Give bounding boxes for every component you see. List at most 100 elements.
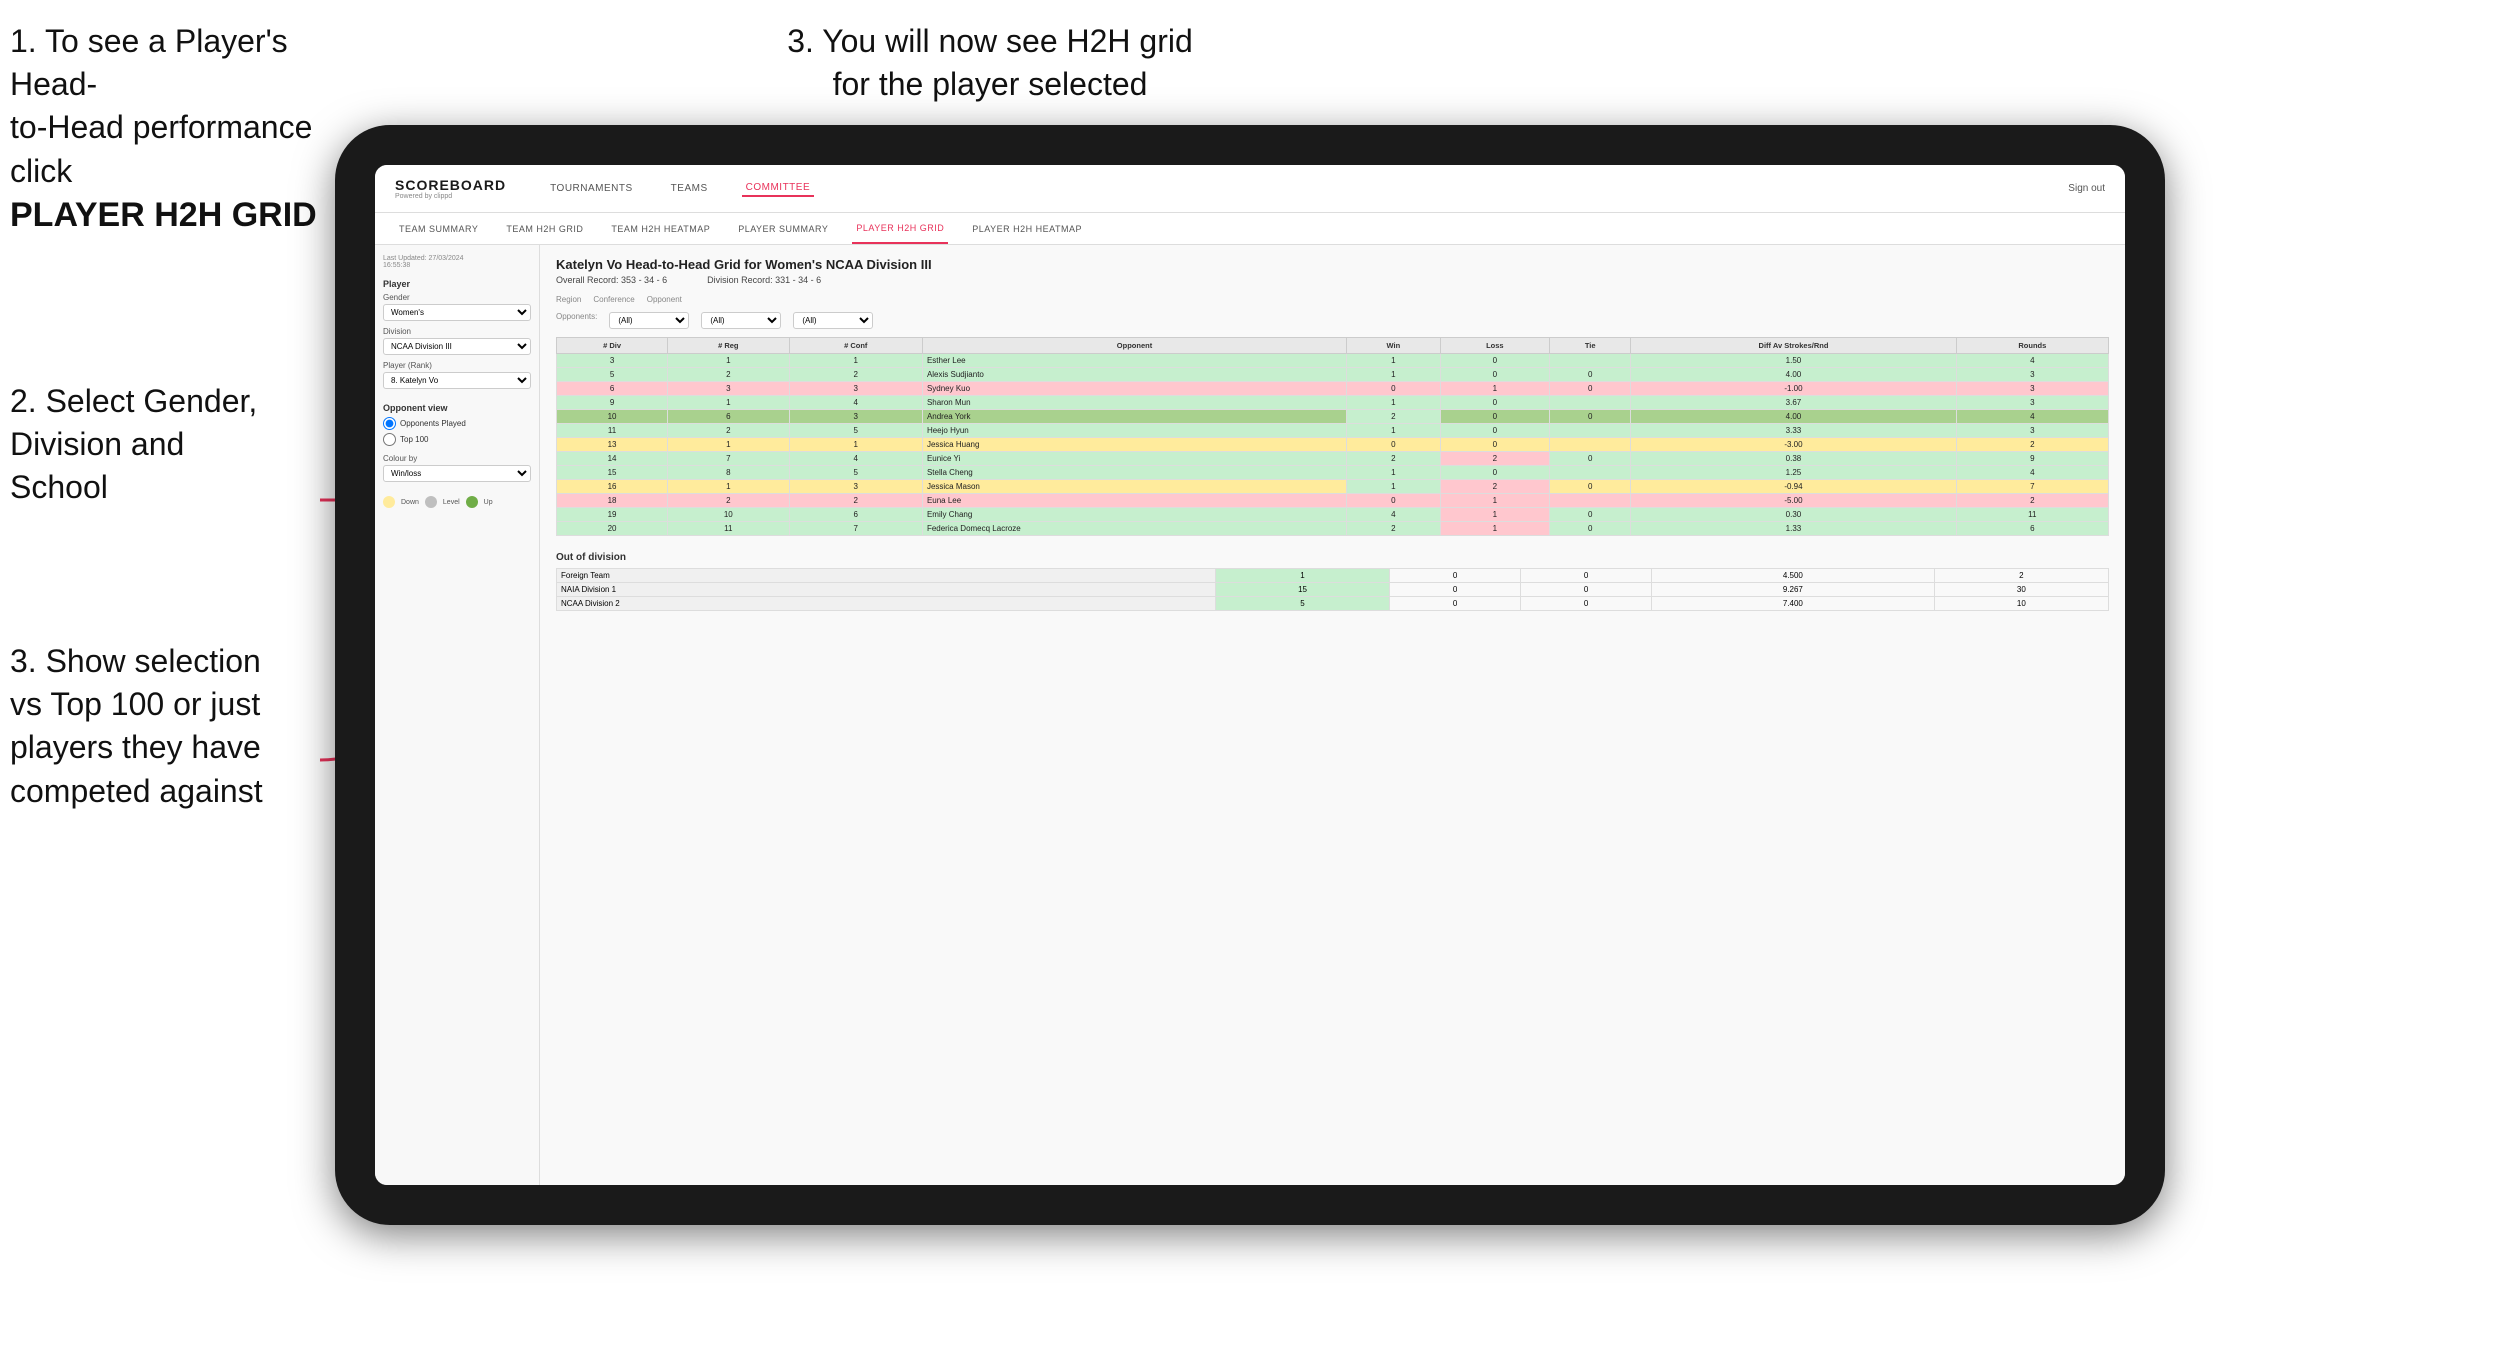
- table-row: 633Sydney Kuo010-1.003: [557, 382, 2109, 396]
- color-dot-green: [466, 496, 478, 508]
- filter-opponent: Opponent: [647, 295, 682, 304]
- table-cell: 2: [789, 494, 922, 508]
- th-diff: Diff Av Strokes/Rnd: [1631, 338, 1956, 354]
- table-cell: 4: [789, 452, 922, 466]
- table-cell: Emily Chang: [922, 508, 1346, 522]
- table-cell: 0: [1347, 382, 1441, 396]
- sub-nav-team-h2h-heatmap[interactable]: TEAM H2H HEATMAP: [607, 213, 714, 244]
- table-cell: Jessica Mason: [922, 480, 1346, 494]
- th-rounds: Rounds: [1956, 338, 2108, 354]
- table-cell: Sydney Kuo: [922, 382, 1346, 396]
- out-table-cell: Foreign Team: [557, 569, 1216, 583]
- sub-nav-player-h2h-heatmap[interactable]: PLAYER H2H HEATMAP: [968, 213, 1086, 244]
- table-cell: 2: [1440, 480, 1549, 494]
- conference-filter-select[interactable]: (All): [701, 312, 781, 329]
- table-cell: 1: [1440, 508, 1549, 522]
- table-cell: 1.25: [1631, 466, 1956, 480]
- content-area: Katelyn Vo Head-to-Head Grid for Women's…: [540, 245, 2125, 1185]
- table-cell: 5: [789, 466, 922, 480]
- table-cell: 5: [557, 368, 668, 382]
- out-division-table: Foreign Team1004.5002NAIA Division 11500…: [556, 568, 2109, 611]
- sidebar-division-select[interactable]: NCAA Division III NCAA Division I NCAA D…: [383, 338, 531, 355]
- table-row: 1585Stella Cheng101.254: [557, 466, 2109, 480]
- table-cell: 1: [668, 396, 789, 410]
- out-table-row: NAIA Division 115009.26730: [557, 583, 2109, 597]
- opponent-filter-select[interactable]: (All): [793, 312, 873, 329]
- table-row: 1822Euna Lee01-5.002: [557, 494, 2109, 508]
- table-row: 19106Emily Chang4100.3011: [557, 508, 2109, 522]
- table-cell: 19: [557, 508, 668, 522]
- table-cell: 1: [668, 480, 789, 494]
- table-cell: 2: [1440, 452, 1549, 466]
- main-content: Last Updated: 27/03/2024 16:55:38 Player…: [375, 245, 2125, 1185]
- h2h-table: # Div # Reg # Conf Opponent Win Loss Tie…: [556, 337, 2109, 536]
- table-row: 1613Jessica Mason120-0.947: [557, 480, 2109, 494]
- table-cell: 1: [1347, 480, 1441, 494]
- table-cell: 0: [1440, 354, 1549, 368]
- radio-top100[interactable]: Top 100: [383, 433, 531, 446]
- table-row: 914Sharon Mun103.673: [557, 396, 2109, 410]
- out-table-cell: 0: [1390, 597, 1521, 611]
- table-row: 20117Federica Domecq Lacroze2101.336: [557, 522, 2109, 536]
- th-reg: # Reg: [668, 338, 789, 354]
- sidebar-colour-select[interactable]: Win/loss: [383, 465, 531, 482]
- table-cell: 1: [789, 438, 922, 452]
- out-table-cell: 5: [1215, 597, 1389, 611]
- table-row: 311Esther Lee101.504: [557, 354, 2109, 368]
- table-cell: 0: [1550, 452, 1631, 466]
- color-legend: Down Level Up: [383, 496, 531, 508]
- table-row: 1474Eunice Yi2200.389: [557, 452, 2109, 466]
- table-cell: 1: [1347, 424, 1441, 438]
- sidebar: Last Updated: 27/03/2024 16:55:38 Player…: [375, 245, 540, 1185]
- table-cell: 3: [789, 382, 922, 396]
- table-cell: 4: [1956, 466, 2108, 480]
- radio-opponents-played[interactable]: Opponents Played: [383, 417, 531, 430]
- table-cell: Esther Lee: [922, 354, 1346, 368]
- out-table-cell: 1: [1215, 569, 1389, 583]
- table-cell: 2: [789, 368, 922, 382]
- h2h-title: Katelyn Vo Head-to-Head Grid for Women's…: [556, 257, 2109, 272]
- opponents-filter-select[interactable]: (All): [609, 312, 689, 329]
- h2h-records: Overall Record: 353 - 34 - 6 Division Re…: [556, 275, 2109, 285]
- sub-nav-player-h2h-grid[interactable]: PLAYER H2H GRID: [852, 213, 948, 244]
- table-cell: 0: [1440, 424, 1549, 438]
- table-cell: 6: [668, 410, 789, 424]
- out-table-cell: 7.400: [1652, 597, 1935, 611]
- nav-committee[interactable]: COMMITTEE: [742, 180, 815, 197]
- nav-teams[interactable]: TEAMS: [667, 181, 712, 196]
- table-cell: 2: [668, 368, 789, 382]
- table-cell: 11: [557, 424, 668, 438]
- table-cell: 1: [1347, 354, 1441, 368]
- nav-tournaments[interactable]: TOURNAMENTS: [546, 181, 637, 196]
- logo-area: SCOREBOARD Powered by clippd: [395, 177, 506, 200]
- nav-bar: SCOREBOARD Powered by clippd TOURNAMENTS…: [375, 165, 2125, 213]
- table-cell: 0: [1550, 522, 1631, 536]
- table-cell: 1: [1347, 396, 1441, 410]
- table-cell: -5.00: [1631, 494, 1956, 508]
- sidebar-gender-select[interactable]: Women's Men's: [383, 304, 531, 321]
- sub-nav-team-summary[interactable]: TEAM SUMMARY: [395, 213, 482, 244]
- th-tie: Tie: [1550, 338, 1631, 354]
- table-cell: 4: [789, 396, 922, 410]
- table-cell: 0: [1550, 382, 1631, 396]
- table-cell: 10: [557, 410, 668, 424]
- color-dot-grey: [425, 496, 437, 508]
- filters-row: Region Conference Opponent: [556, 295, 2109, 304]
- out-table-cell: 0: [1390, 569, 1521, 583]
- table-cell: 5: [789, 424, 922, 438]
- sidebar-player-select[interactable]: 8. Katelyn Vo: [383, 372, 531, 389]
- instruction-top-right: 3. You will now see H2H grid for the pla…: [740, 20, 1240, 106]
- table-cell: Alexis Sudjianto: [922, 368, 1346, 382]
- sub-nav-team-h2h-grid[interactable]: TEAM H2H GRID: [502, 213, 587, 244]
- color-dot-yellow: [383, 496, 395, 508]
- table-cell: 0: [1440, 410, 1549, 424]
- sub-nav-player-summary[interactable]: PLAYER SUMMARY: [734, 213, 832, 244]
- tablet-frame: SCOREBOARD Powered by clippd TOURNAMENTS…: [335, 125, 2165, 1225]
- table-cell: Euna Lee: [922, 494, 1346, 508]
- table-cell: [1550, 354, 1631, 368]
- table-cell: 1: [668, 438, 789, 452]
- table-cell: Andrea York: [922, 410, 1346, 424]
- table-cell: 3: [789, 410, 922, 424]
- table-cell: 1: [1440, 522, 1549, 536]
- nav-sign-out[interactable]: Sign out: [2068, 183, 2105, 194]
